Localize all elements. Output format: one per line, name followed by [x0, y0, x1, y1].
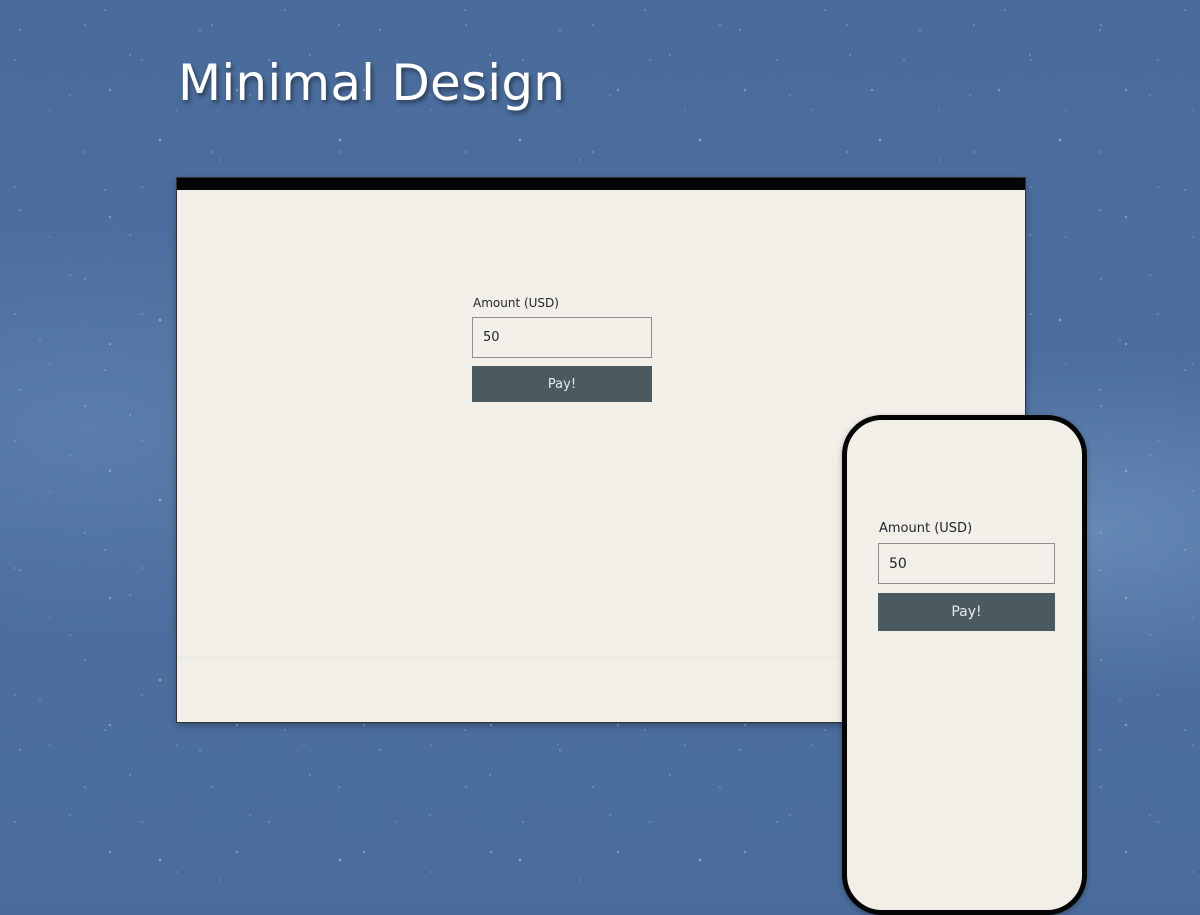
mobile-phone-mockup: Amount (USD) Pay! [842, 415, 1087, 915]
desktop-payment-form: Amount (USD) Pay! [472, 296, 652, 402]
browser-top-bar [177, 178, 1025, 190]
amount-input[interactable] [472, 317, 652, 358]
amount-label: Amount (USD) [473, 296, 559, 310]
mobile-payment-form: Amount (USD) Pay! [878, 521, 1055, 631]
mobile-pay-button[interactable]: Pay! [878, 593, 1055, 631]
mobile-amount-input[interactable] [878, 543, 1055, 584]
headline-title: Minimal Design [178, 54, 566, 112]
pay-button[interactable]: Pay! [472, 366, 652, 402]
mobile-amount-label: Amount (USD) [879, 521, 973, 536]
